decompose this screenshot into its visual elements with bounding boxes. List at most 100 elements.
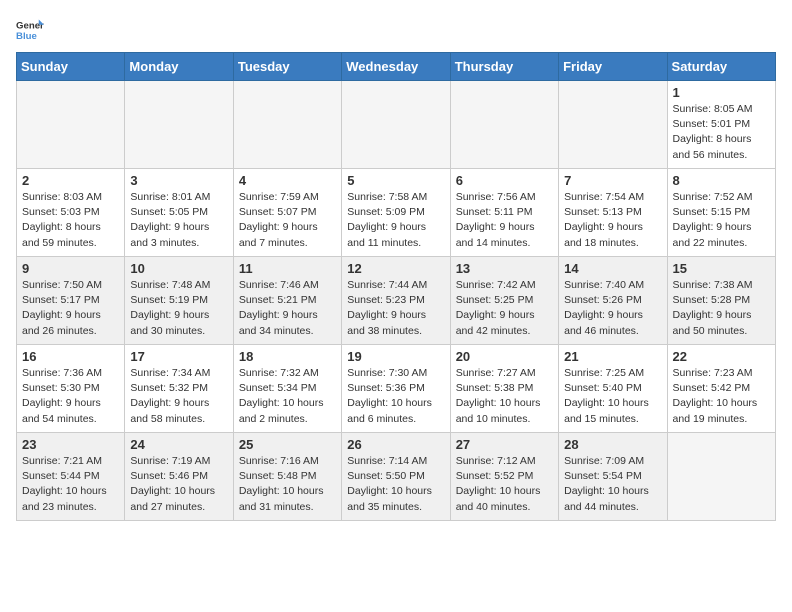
day-info: Sunrise: 7:16 AM Sunset: 5:48 PM Dayligh… xyxy=(239,454,336,515)
calendar-cell: 15 Sunrise: 7:38 AM Sunset: 5:28 PM Dayli… xyxy=(667,257,775,345)
week-row-4: 16 Sunrise: 7:36 AM Sunset: 5:30 PM Dayli… xyxy=(17,345,776,433)
calendar-cell: 1 Sunrise: 8:05 AM Sunset: 5:01 PM Daylig… xyxy=(667,81,775,169)
day-number: 22 xyxy=(673,349,770,364)
day-number: 28 xyxy=(564,437,661,452)
calendar-cell xyxy=(342,81,450,169)
weekday-header-row: SundayMondayTuesdayWednesdayThursdayFrid… xyxy=(17,53,776,81)
calendar-cell xyxy=(559,81,667,169)
weekday-header-monday: Monday xyxy=(125,53,233,81)
day-number: 7 xyxy=(564,173,661,188)
day-number: 19 xyxy=(347,349,444,364)
day-info: Sunrise: 7:52 AM Sunset: 5:15 PM Dayligh… xyxy=(673,190,770,251)
day-info: Sunrise: 7:30 AM Sunset: 5:36 PM Dayligh… xyxy=(347,366,444,427)
calendar-cell: 14 Sunrise: 7:40 AM Sunset: 5:26 PM Dayli… xyxy=(559,257,667,345)
day-number: 9 xyxy=(22,261,119,276)
calendar-cell: 17Sunrise: 7:34 AM Sunset: 5:32 PM Dayli… xyxy=(125,345,233,433)
calendar-cell xyxy=(125,81,233,169)
week-row-5: 23 Sunrise: 7:21 AM Sunset: 5:44 PM Dayli… xyxy=(17,433,776,521)
day-info: Sunrise: 7:44 AM Sunset: 5:23 PM Dayligh… xyxy=(347,278,444,339)
day-info: Sunrise: 8:05 AM Sunset: 5:01 PM Dayligh… xyxy=(673,102,770,163)
calendar-cell: 10 Sunrise: 7:48 AM Sunset: 5:19 PM Dayli… xyxy=(125,257,233,345)
day-info: Sunrise: 7:27 AM Sunset: 5:38 PM Dayligh… xyxy=(456,366,553,427)
header: General Blue xyxy=(16,16,776,44)
calendar-cell xyxy=(17,81,125,169)
logo: General Blue xyxy=(16,16,44,44)
calendar-cell xyxy=(667,433,775,521)
day-number: 12 xyxy=(347,261,444,276)
day-info: Sunrise: 7:59 AM Sunset: 5:07 PM Dayligh… xyxy=(239,190,336,251)
weekday-header-sunday: Sunday xyxy=(17,53,125,81)
day-number: 2 xyxy=(22,173,119,188)
day-info: Sunrise: 7:21 AM Sunset: 5:44 PM Dayligh… xyxy=(22,454,119,515)
day-number: 14 xyxy=(564,261,661,276)
day-number: 13 xyxy=(456,261,553,276)
calendar-cell: 7 Sunrise: 7:54 AM Sunset: 5:13 PM Daylig… xyxy=(559,169,667,257)
day-info: Sunrise: 7:09 AM Sunset: 5:54 PM Dayligh… xyxy=(564,454,661,515)
weekday-header-friday: Friday xyxy=(559,53,667,81)
calendar-cell xyxy=(450,81,558,169)
calendar-table: SundayMondayTuesdayWednesdayThursdayFrid… xyxy=(16,52,776,521)
calendar-cell: 22 Sunrise: 7:23 AM Sunset: 5:42 PM Dayli… xyxy=(667,345,775,433)
day-number: 21 xyxy=(564,349,661,364)
day-number: 6 xyxy=(456,173,553,188)
day-number: 10 xyxy=(130,261,227,276)
calendar-cell: 24 Sunrise: 7:19 AM Sunset: 5:46 PM Dayli… xyxy=(125,433,233,521)
day-info: Sunrise: 7:54 AM Sunset: 5:13 PM Dayligh… xyxy=(564,190,661,251)
day-info: Sunrise: 7:14 AM Sunset: 5:50 PM Dayligh… xyxy=(347,454,444,515)
day-info: Sunrise: 7:40 AM Sunset: 5:26 PM Dayligh… xyxy=(564,278,661,339)
calendar-cell: 16 Sunrise: 7:36 AM Sunset: 5:30 PM Dayli… xyxy=(17,345,125,433)
day-number: 24 xyxy=(130,437,227,452)
day-info: Sunrise: 7:32 AM Sunset: 5:34 PM Dayligh… xyxy=(239,366,336,427)
day-number: 4 xyxy=(239,173,336,188)
calendar-cell: 25 Sunrise: 7:16 AM Sunset: 5:48 PM Dayli… xyxy=(233,433,341,521)
weekday-header-saturday: Saturday xyxy=(667,53,775,81)
calendar-cell: 9Sunrise: 7:50 AM Sunset: 5:17 PM Daylig… xyxy=(17,257,125,345)
day-info: Sunrise: 7:48 AM Sunset: 5:19 PM Dayligh… xyxy=(130,278,227,339)
day-number: 8 xyxy=(673,173,770,188)
day-info: Sunrise: 7:25 AM Sunset: 5:40 PM Dayligh… xyxy=(564,366,661,427)
day-info: Sunrise: 7:19 AM Sunset: 5:46 PM Dayligh… xyxy=(130,454,227,515)
weekday-header-thursday: Thursday xyxy=(450,53,558,81)
day-number: 23 xyxy=(22,437,119,452)
day-number: 1 xyxy=(673,85,770,100)
calendar-cell: 11 Sunrise: 7:46 AM Sunset: 5:21 PM Dayli… xyxy=(233,257,341,345)
logo-icon: General Blue xyxy=(16,16,44,44)
weekday-header-tuesday: Tuesday xyxy=(233,53,341,81)
day-info: Sunrise: 7:36 AM Sunset: 5:30 PM Dayligh… xyxy=(22,366,119,427)
day-info: Sunrise: 7:23 AM Sunset: 5:42 PM Dayligh… xyxy=(673,366,770,427)
calendar-cell: 18 Sunrise: 7:32 AM Sunset: 5:34 PM Dayli… xyxy=(233,345,341,433)
calendar-cell: 20 Sunrise: 7:27 AM Sunset: 5:38 PM Dayli… xyxy=(450,345,558,433)
calendar-cell: 2 Sunrise: 8:03 AM Sunset: 5:03 PM Daylig… xyxy=(17,169,125,257)
calendar-cell: 23 Sunrise: 7:21 AM Sunset: 5:44 PM Dayli… xyxy=(17,433,125,521)
calendar-cell xyxy=(233,81,341,169)
day-info: Sunrise: 8:01 AM Sunset: 5:05 PM Dayligh… xyxy=(130,190,227,251)
day-info: Sunrise: 8:03 AM Sunset: 5:03 PM Dayligh… xyxy=(22,190,119,251)
day-number: 16 xyxy=(22,349,119,364)
weekday-header-wednesday: Wednesday xyxy=(342,53,450,81)
calendar-cell: 5 Sunrise: 7:58 AM Sunset: 5:09 PM Daylig… xyxy=(342,169,450,257)
calendar-cell: 12 Sunrise: 7:44 AM Sunset: 5:23 PM Dayli… xyxy=(342,257,450,345)
day-info: Sunrise: 7:38 AM Sunset: 5:28 PM Dayligh… xyxy=(673,278,770,339)
day-number: 5 xyxy=(347,173,444,188)
day-number: 3 xyxy=(130,173,227,188)
day-info: Sunrise: 7:34 AM Sunset: 5:32 PM Dayligh… xyxy=(130,366,227,427)
week-row-3: 9Sunrise: 7:50 AM Sunset: 5:17 PM Daylig… xyxy=(17,257,776,345)
calendar-cell: 6 Sunrise: 7:56 AM Sunset: 5:11 PM Daylig… xyxy=(450,169,558,257)
calendar-cell: 21 Sunrise: 7:25 AM Sunset: 5:40 PM Dayli… xyxy=(559,345,667,433)
day-info: Sunrise: 7:58 AM Sunset: 5:09 PM Dayligh… xyxy=(347,190,444,251)
day-number: 11 xyxy=(239,261,336,276)
day-number: 20 xyxy=(456,349,553,364)
day-info: Sunrise: 7:12 AM Sunset: 5:52 PM Dayligh… xyxy=(456,454,553,515)
calendar-cell: 27 Sunrise: 7:12 AM Sunset: 5:52 PM Dayli… xyxy=(450,433,558,521)
day-number: 15 xyxy=(673,261,770,276)
day-number: 27 xyxy=(456,437,553,452)
svg-text:Blue: Blue xyxy=(16,31,37,42)
day-info: Sunrise: 7:56 AM Sunset: 5:11 PM Dayligh… xyxy=(456,190,553,251)
calendar-cell: 13Sunrise: 7:42 AM Sunset: 5:25 PM Dayli… xyxy=(450,257,558,345)
day-info: Sunrise: 7:46 AM Sunset: 5:21 PM Dayligh… xyxy=(239,278,336,339)
calendar-cell: 3 Sunrise: 8:01 AM Sunset: 5:05 PM Daylig… xyxy=(125,169,233,257)
week-row-2: 2 Sunrise: 8:03 AM Sunset: 5:03 PM Daylig… xyxy=(17,169,776,257)
day-number: 18 xyxy=(239,349,336,364)
calendar-cell: 28 Sunrise: 7:09 AM Sunset: 5:54 PM Dayli… xyxy=(559,433,667,521)
day-number: 25 xyxy=(239,437,336,452)
